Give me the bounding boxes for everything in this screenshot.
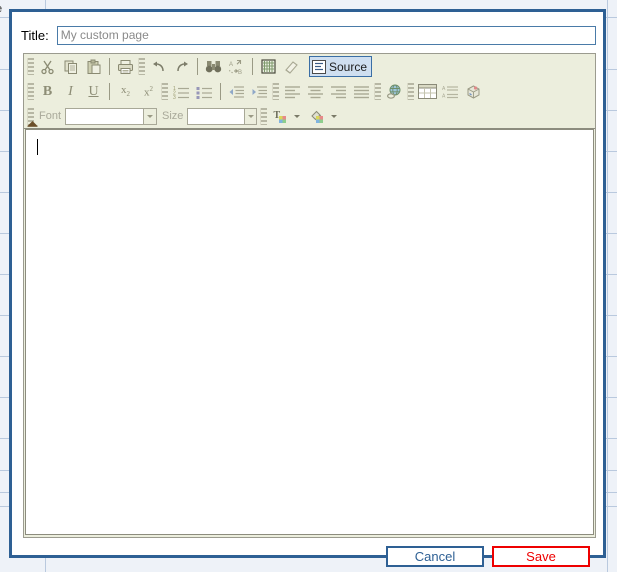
save-button[interactable]: Save [492,545,590,567]
toolbar-grip-icon[interactable] [161,83,168,100]
text-color-button[interactable]: T [270,106,305,127]
justify-icon[interactable] [351,81,372,102]
font-select-value [66,108,144,124]
editor-content-area[interactable] [25,129,594,535]
toolbar-grip-icon[interactable] [272,83,279,100]
chevron-down-icon[interactable] [294,114,301,118]
toolbar-row-3: Font Size T [24,104,595,128]
print-icon[interactable] [115,56,136,77]
copy-icon[interactable] [60,56,81,77]
italic-icon[interactable]: I [60,81,81,102]
table-icon[interactable] [417,81,438,102]
toolbar-grip-icon[interactable] [407,83,414,100]
source-button[interactable]: Source [309,56,373,77]
bg-color-button[interactable] [307,106,342,127]
smiley-icon[interactable] [463,81,484,102]
find-icon[interactable] [203,56,224,77]
font-select[interactable] [65,107,158,125]
text-caret [37,139,38,155]
svg-text:B: B [238,70,242,75]
bold-icon[interactable]: B [37,81,58,102]
title-input[interactable] [56,25,596,45]
toolbar-separator [220,83,221,100]
paste-icon[interactable] [83,56,104,77]
underline-icon[interactable]: U [83,81,104,102]
align-right-icon[interactable] [328,81,349,102]
toolbar-grip-icon[interactable] [260,107,268,125]
title-label: Title: [21,27,49,43]
undo-icon[interactable] [148,56,169,77]
toolbar-separator [197,58,198,75]
font-label: Font [39,110,62,122]
size-label: Size [162,110,184,122]
editor-toolbar: A B Source B I U x2 x2 1 2 3 A A Font Si… [24,54,595,129]
dialog-footer: Cancel Save [12,543,603,569]
redo-icon[interactable] [171,56,192,77]
svg-text:A: A [442,86,446,92]
source-button-label: Source [329,59,368,74]
numbered-list-icon[interactable]: 1 2 3 [171,81,192,102]
toolbar-grip-icon[interactable] [374,83,381,100]
dialog-body: Title: My custom page A B Source B I U x… [12,12,603,567]
bulleted-list-icon[interactable] [194,81,215,102]
align-center-icon[interactable] [305,81,326,102]
toolbar-grip-icon[interactable] [27,83,34,100]
align-left-icon[interactable] [282,81,303,102]
size-select-value [188,108,244,124]
rich-text-editor: A B Source B I U x2 x2 1 2 3 A A Font Si… [23,53,596,538]
svg-text:3: 3 [173,95,176,99]
remove-format-icon[interactable] [281,56,302,77]
horizontal-rule-icon[interactable]: A A [440,81,461,102]
cut-icon[interactable] [37,56,58,77]
size-select[interactable] [187,107,258,125]
background-clipped-text: e [0,3,2,15]
decrease-indent-icon[interactable] [226,81,247,102]
toolbar-row-2: B I U x2 x2 1 2 3 A A [24,79,595,104]
toolbar-separator [109,58,110,75]
toolbar-collapse-handle[interactable] [26,120,38,127]
subscript-icon[interactable]: x2 [115,81,136,102]
title-row: Title: [21,25,596,45]
link-icon[interactable] [384,81,405,102]
toolbar-separator [109,83,110,100]
spellcheck-icon[interactable]: A B [226,56,247,77]
superscript-icon[interactable]: x2 [138,81,159,102]
toolbar-row-1: A B Source [24,54,595,79]
toolbar-separator [252,58,253,75]
svg-text:A: A [229,62,233,68]
chevron-down-icon[interactable] [331,114,338,118]
increase-indent-icon[interactable] [249,81,270,102]
toolbar-grip-icon[interactable] [138,58,145,75]
chevron-down-icon[interactable] [143,108,157,124]
svg-text:A: A [442,93,446,99]
show-blocks-icon[interactable] [258,56,279,77]
toolbar-grip-icon[interactable] [27,58,34,75]
page-editor-dialog: Title: My custom page A B Source B I U x… [9,9,606,567]
cancel-button[interactable]: Cancel [386,545,484,567]
chevron-down-icon[interactable] [243,108,257,124]
